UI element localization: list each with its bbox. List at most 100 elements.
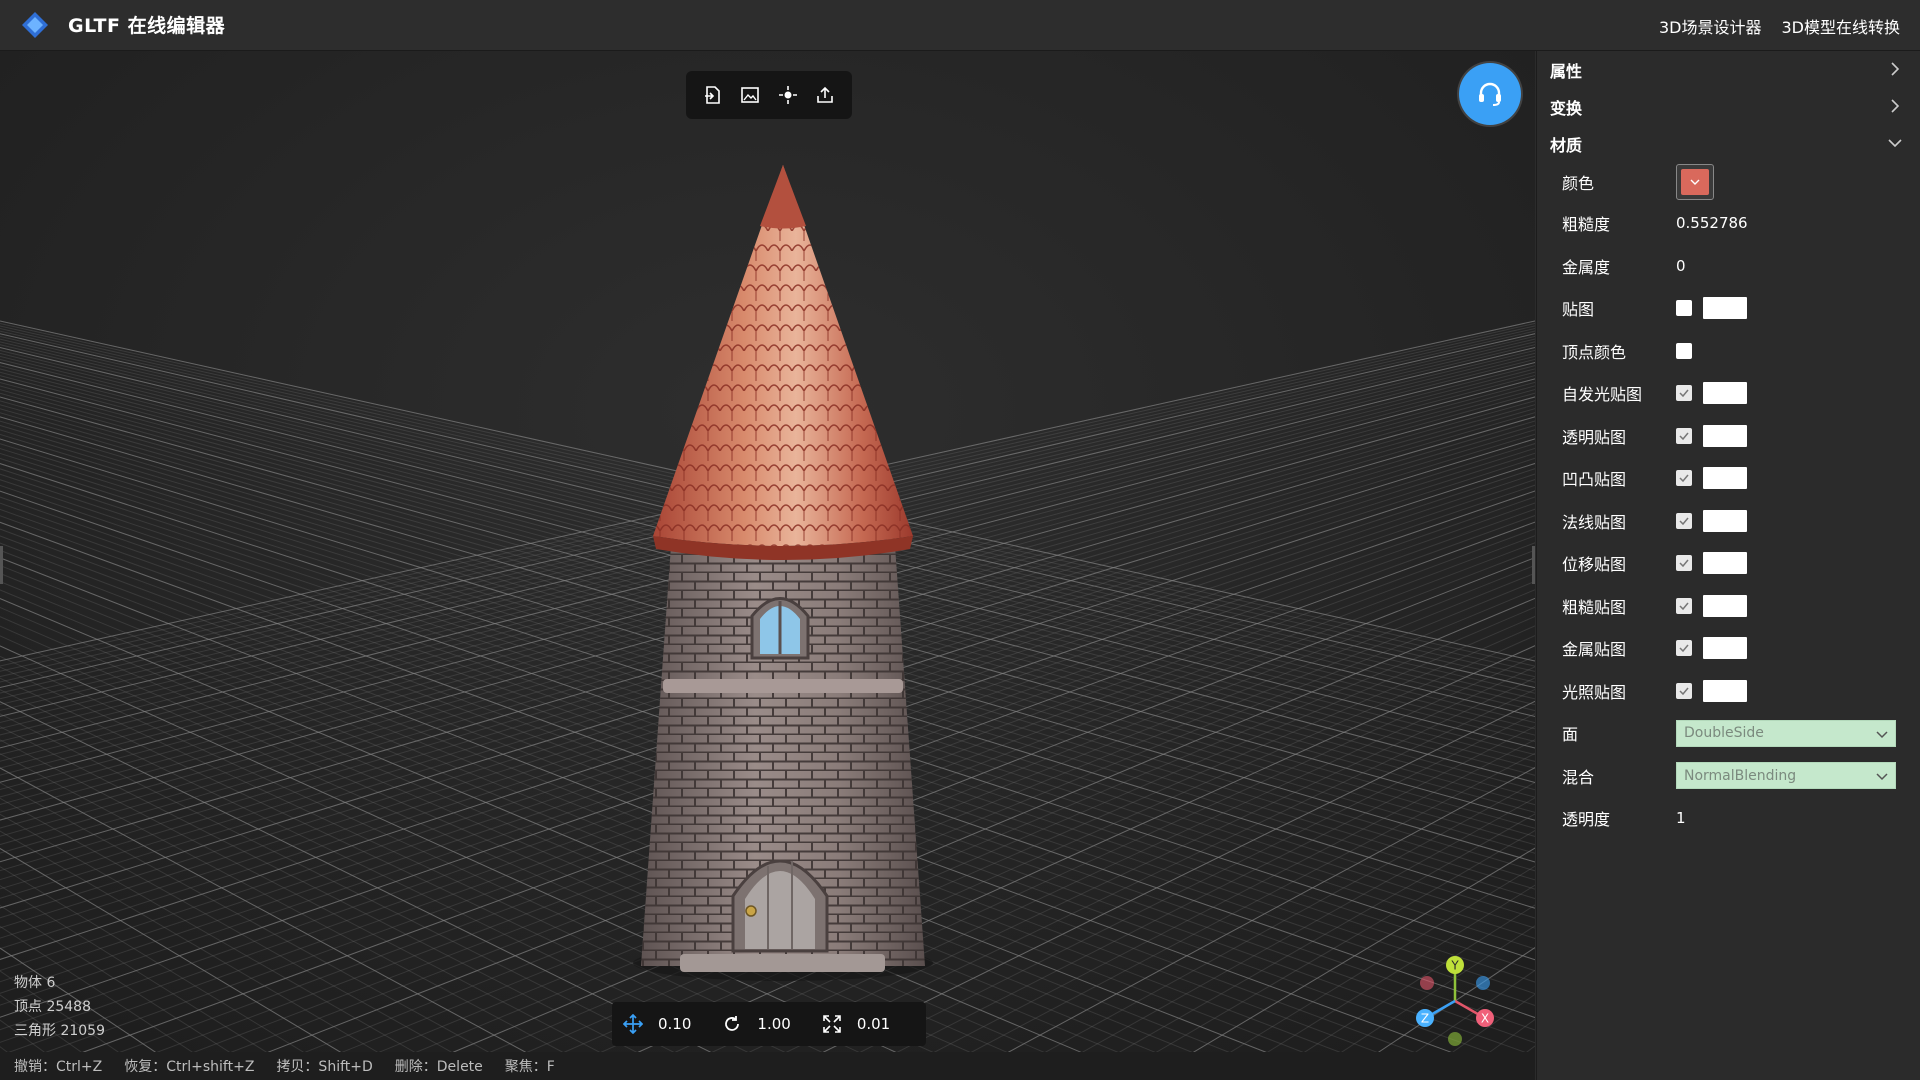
- emissive-map-row: 自发光贴图: [1537, 372, 1920, 415]
- upload-icon: [817, 86, 834, 103]
- side-row: 面 DoubleSide: [1537, 712, 1920, 755]
- side-label: 面: [1562, 725, 1579, 745]
- section-material-title: 材质: [1550, 135, 1583, 155]
- object-count: 物体 6: [14, 975, 56, 991]
- section-transform[interactable]: 变换: [1537, 88, 1920, 125]
- roughness-input[interactable]: 0.552786: [1676, 214, 1748, 232]
- color-picker[interactable]: [1676, 164, 1714, 200]
- section-properties-title: 属性: [1550, 61, 1583, 81]
- light-icon: [778, 86, 797, 104]
- bump-map-checkbox[interactable]: [1676, 470, 1692, 487]
- check-icon: [1679, 432, 1689, 440]
- rotate-tool-button[interactable]: [721, 1013, 743, 1035]
- side-select-value: DoubleSide: [1684, 725, 1764, 742]
- right-splitter-handle[interactable]: [1532, 546, 1535, 584]
- color-swatch-fill: [1681, 169, 1709, 195]
- axis-gizmo[interactable]: Y X Z: [1405, 951, 1505, 1051]
- normal-map-texture-slot[interactable]: [1703, 509, 1747, 532]
- metalness-label: 金属度: [1562, 257, 1611, 277]
- displacement-map-row: 位移贴图: [1537, 542, 1920, 585]
- vertex-colors-row: 顶点颜色: [1537, 330, 1920, 373]
- export-button[interactable]: [810, 80, 840, 110]
- roughness-label: 粗糙度: [1562, 215, 1611, 235]
- import-model-button[interactable]: [698, 80, 728, 110]
- light-map-row: 光照贴图: [1537, 670, 1920, 713]
- rotate-icon: [725, 1016, 740, 1031]
- headset-icon: [1479, 82, 1501, 106]
- gizmo-z-label: Z: [1421, 1012, 1429, 1026]
- section-material[interactable]: 材质: [1537, 125, 1920, 162]
- scale-snap-value[interactable]: 0.01: [857, 1015, 890, 1033]
- alpha-map-texture-slot[interactable]: [1703, 424, 1747, 447]
- roughness-map-label: 粗糙贴图: [1562, 597, 1627, 617]
- displacement-map-label: 位移贴图: [1562, 555, 1627, 575]
- check-icon: [1679, 602, 1689, 610]
- blending-select[interactable]: NormalBlending: [1676, 762, 1896, 790]
- metalness-map-texture-slot[interactable]: [1703, 637, 1747, 660]
- emissive-map-checkbox[interactable]: [1676, 385, 1692, 402]
- gizmo-x-label: X: [1481, 1012, 1489, 1026]
- chevron-down-icon: [1690, 179, 1700, 185]
- move-icon: [623, 1014, 643, 1034]
- shortcut-delete: 删除：Delete: [394, 1059, 483, 1075]
- rotate-snap-value[interactable]: 1.00: [757, 1015, 790, 1033]
- move-snap-value[interactable]: 0.10: [658, 1015, 691, 1033]
- map-checkbox[interactable]: [1676, 300, 1692, 317]
- metalness-row: 金属度 0: [1537, 245, 1920, 288]
- light-map-checkbox[interactable]: [1676, 682, 1692, 699]
- customer-support-button[interactable]: [1459, 63, 1521, 125]
- chevron-right-icon: [1891, 62, 1900, 76]
- roughness-map-checkbox[interactable]: [1676, 597, 1692, 614]
- roughness-row: 粗糙度 0.552786: [1537, 202, 1920, 245]
- roughness-map-row: 粗糙贴图: [1537, 585, 1920, 628]
- metalness-map-row: 金属贴图: [1537, 627, 1920, 670]
- image-icon: [741, 87, 760, 103]
- shortcut-redo: 恢复：Ctrl+shift+Z: [124, 1059, 255, 1075]
- left-splitter-handle[interactable]: [0, 546, 3, 584]
- shortcut-copy: 拷贝：Shift+D: [276, 1059, 373, 1075]
- import-icon: [704, 86, 720, 104]
- nav-link-model-converter[interactable]: 3D模型在线转换: [1781, 14, 1900, 38]
- map-label: 贴图: [1562, 300, 1595, 320]
- blending-select-value: NormalBlending: [1684, 767, 1797, 784]
- shortcut-focus: 聚焦：F: [504, 1059, 555, 1075]
- metalness-map-checkbox[interactable]: [1676, 640, 1692, 657]
- roughness-map-texture-slot[interactable]: [1703, 594, 1747, 617]
- import-image-button[interactable]: [735, 80, 765, 110]
- displacement-map-checkbox[interactable]: [1676, 555, 1692, 572]
- alpha-map-checkbox[interactable]: [1676, 427, 1692, 444]
- displacement-map-texture-slot[interactable]: [1703, 552, 1747, 575]
- check-icon: [1679, 644, 1689, 653]
- light-map-texture-slot[interactable]: [1703, 679, 1747, 702]
- blending-row: 混合 NormalBlending: [1537, 755, 1920, 798]
- opacity-input[interactable]: 1: [1676, 809, 1686, 827]
- opacity-row: 透明度 1: [1537, 797, 1920, 840]
- triangle-count: 三角形 21059: [14, 1023, 105, 1039]
- side-select[interactable]: DoubleSide: [1676, 719, 1896, 747]
- scale-tool-button[interactable]: [821, 1013, 843, 1035]
- normal-map-checkbox[interactable]: [1676, 512, 1692, 529]
- bump-map-label: 凹凸贴图: [1562, 470, 1627, 490]
- alpha-map-row: 透明贴图: [1537, 415, 1920, 458]
- light-button[interactable]: [773, 80, 803, 110]
- move-tool-button[interactable]: [622, 1013, 644, 1035]
- emissive-map-texture-slot[interactable]: [1703, 382, 1747, 405]
- bump-map-texture-slot[interactable]: [1703, 467, 1747, 490]
- chevron-down-icon: [1888, 139, 1902, 148]
- section-properties[interactable]: 属性: [1537, 51, 1920, 88]
- check-icon: [1679, 389, 1689, 398]
- app-logo-icon: [22, 12, 48, 38]
- metalness-input[interactable]: 0: [1676, 257, 1686, 275]
- normal-map-row: 法线贴图: [1537, 500, 1920, 543]
- metalness-map-label: 金属贴图: [1562, 640, 1627, 660]
- nav-link-scene-designer[interactable]: 3D场景设计器: [1659, 14, 1762, 38]
- vertex-colors-checkbox[interactable]: [1676, 342, 1692, 359]
- blending-label: 混合: [1562, 767, 1595, 787]
- scene-canvas[interactable]: [0, 51, 1535, 1080]
- 3d-viewport[interactable]: 物体 6 顶点 25488 三角形 21059 0.10 1.00 0.01 Y…: [0, 51, 1535, 1080]
- map-texture-slot[interactable]: [1703, 297, 1747, 320]
- chevron-down-icon: [1876, 773, 1888, 781]
- bump-map-row: 凹凸贴图: [1537, 457, 1920, 500]
- material-color-row: 颜色: [1537, 162, 1920, 202]
- transform-snap-bar: 0.10 1.00 0.01: [612, 1002, 926, 1046]
